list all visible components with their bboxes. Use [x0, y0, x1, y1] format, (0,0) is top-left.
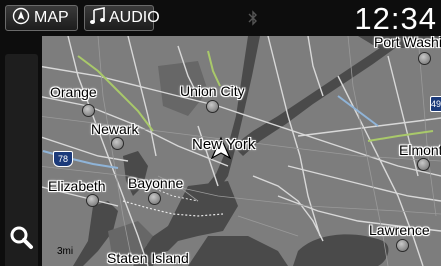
audio-button-label: AUDIO — [109, 9, 160, 26]
music-note-icon — [89, 6, 107, 30]
poi-marker[interactable] — [418, 52, 431, 65]
search-button[interactable] — [8, 224, 36, 252]
route-shield-78: 78 — [53, 151, 73, 167]
poi-marker[interactable] — [86, 194, 99, 207]
left-rail — [0, 36, 42, 266]
place-label-port-washington[interactable]: Port Washi — [374, 36, 441, 50]
place-label-union-city[interactable]: Union City — [180, 83, 245, 99]
audio-button[interactable]: AUDIO — [84, 5, 160, 31]
place-label-bayonne[interactable]: Bayonne — [128, 175, 183, 191]
clock: 12:34 — [354, 1, 437, 36]
bluetooth-icon — [248, 10, 257, 26]
place-label-elizabeth[interactable]: Elizabeth — [48, 178, 106, 194]
top-bar: MAP AUDIO 12:34 — [0, 0, 441, 36]
place-label-orange[interactable]: Orange — [50, 84, 97, 100]
place-label-staten-island[interactable]: Staten Island — [107, 250, 189, 266]
compass-arrow-icon — [12, 7, 30, 30]
map-button[interactable]: MAP — [5, 5, 78, 31]
poi-marker[interactable] — [206, 100, 219, 113]
poi-marker[interactable] — [396, 239, 409, 252]
map-view[interactable]: Orange Union City Newark New York Elizab… — [38, 36, 441, 266]
route-shield-495: 495 — [430, 96, 441, 112]
place-label-lawrence[interactable]: Lawrence — [369, 222, 430, 238]
map-scale: 3mi — [57, 246, 74, 257]
lower-bay — [188, 236, 288, 266]
search-icon — [10, 226, 33, 249]
place-label-new-york[interactable]: New York — [192, 136, 255, 153]
poi-marker[interactable] — [417, 158, 430, 171]
map-button-label: MAP — [34, 9, 69, 26]
poi-marker[interactable] — [82, 104, 95, 117]
nav-screen: Orange Union City Newark New York Elizab… — [0, 0, 441, 266]
poi-marker[interactable] — [148, 192, 161, 205]
place-label-newark[interactable]: Newark — [91, 121, 138, 137]
poi-marker[interactable] — [111, 137, 124, 150]
jamaica-bay — [293, 234, 389, 266]
place-label-elmont[interactable]: Elmont — [399, 142, 441, 158]
